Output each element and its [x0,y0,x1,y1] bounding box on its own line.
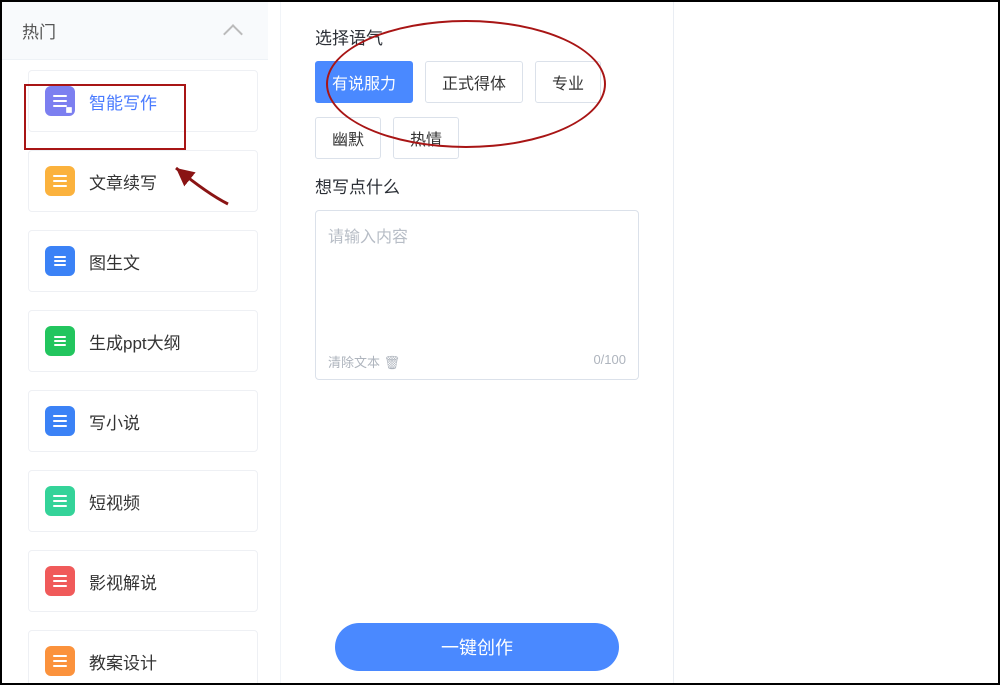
sidebar-list: 智能写作 文章续写 图生文 生成ppt大纲 写小说 短视频 [2,60,268,683]
tone-section-label: 选择语气 [315,24,639,49]
sidebar-item-film-narration[interactable]: 影视解说 [28,550,258,612]
sidebar-item-lesson-plan[interactable]: 教案设计 [28,630,258,683]
sidebar-section-header[interactable]: 热门 [2,2,268,60]
sidebar-item-label: 图生文 [89,249,140,274]
sidebar-item-label: 生成ppt大纲 [89,329,181,354]
sidebar-section-label: 热门 [22,18,56,43]
create-button[interactable]: 一键创作 [335,623,619,671]
sidebar-item-label: 智能写作 [89,89,157,114]
sidebar-item-label: 写小说 [89,409,140,434]
sidebar-item-image-to-text[interactable]: 图生文 [28,230,258,292]
doc-edit-icon [45,86,75,116]
doc-outline-icon [45,326,75,356]
doc-icon [45,406,75,436]
right-blank-panel [674,2,998,683]
content-section-label: 想写点什么 [315,173,639,198]
main-panel: 选择语气 有说服力 正式得体 专业 幽默 热情 想写点什么 请输入内容 清除文本… [280,2,674,683]
sidebar-item-label: 短视频 [89,489,140,514]
sidebar-item-label: 影视解说 [89,569,157,594]
chevron-up-icon [223,24,243,44]
image-text-icon [45,246,75,276]
sidebar-item-ppt-outline[interactable]: 生成ppt大纲 [28,310,258,372]
tone-humorous[interactable]: 幽默 [315,117,381,159]
sidebar-item-novel[interactable]: 写小说 [28,390,258,452]
doc-icon [45,166,75,196]
sidebar-item-label: 文章续写 [89,169,157,194]
sidebar: 热门 智能写作 文章续写 图生文 生成ppt大纲 写小说 [2,2,280,683]
doc-icon [45,566,75,596]
tone-professional[interactable]: 专业 [535,61,601,103]
tone-row-2: 幽默 热情 [315,117,639,159]
sidebar-item-smart-writing[interactable]: 智能写作 [28,70,258,132]
tone-formal[interactable]: 正式得体 [425,61,523,103]
tone-persuasive[interactable]: 有说服力 [315,61,413,103]
sidebar-item-continue-writing[interactable]: 文章续写 [28,150,258,212]
doc-icon [45,646,75,676]
tone-enthusiastic[interactable]: 热情 [393,117,459,159]
content-textarea[interactable]: 请输入内容 清除文本 🗑 0/100 [315,210,639,380]
clear-text-button[interactable]: 清除文本 🗑 [328,352,400,371]
sidebar-item-label: 教案设计 [89,649,157,674]
char-count: 0/100 [593,352,626,371]
create-button-label: 一键创作 [441,634,513,660]
textarea-placeholder: 请输入内容 [328,223,626,247]
sidebar-item-short-video[interactable]: 短视频 [28,470,258,532]
tone-row: 有说服力 正式得体 专业 [315,61,639,103]
doc-icon [45,486,75,516]
